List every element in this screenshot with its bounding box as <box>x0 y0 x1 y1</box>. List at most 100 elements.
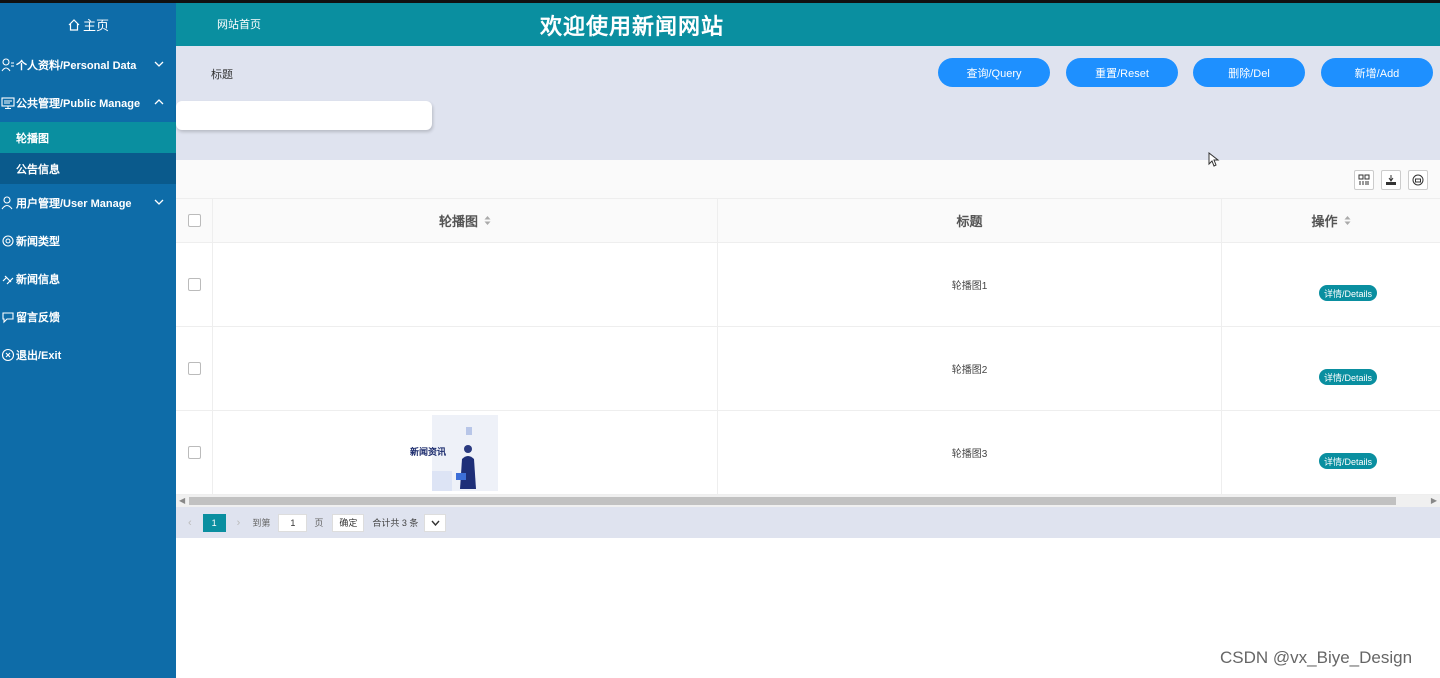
title-text: 轮播图3 <box>951 449 988 460</box>
sidebar-item-news-info[interactable]: 新闻信息 <box>0 260 176 298</box>
monitor-icon <box>0 95 16 111</box>
total-count: 合计共 3 条 <box>372 518 419 528</box>
add-button[interactable]: 新增/Add <box>1321 58 1433 87</box>
sidebar-item-user-manage[interactable]: 用户管理/User Manage <box>0 184 176 222</box>
sidebar-item-label: 留言反馈 <box>16 312 60 324</box>
carousel-thumbnail[interactable]: 新闻资讯 <box>410 414 498 491</box>
title-cell: 轮播图3 <box>718 411 1222 494</box>
table-row: 轮播图1 详情/Details <box>176 243 1440 327</box>
title-text: 轮播图2 <box>951 365 988 376</box>
sort-icon <box>484 216 491 225</box>
search-panel: 标题 查询/Query 重置/Reset 删除/Del 新增/Add <box>176 46 1440 160</box>
select-all-checkbox[interactable] <box>187 214 201 227</box>
prev-page-icon[interactable]: ‹ <box>188 517 192 529</box>
sidebar-item-feedback[interactable]: 留言反馈 <box>0 298 176 336</box>
scroll-left-icon[interactable]: ◀ <box>179 496 185 505</box>
row-select-cell <box>176 411 213 494</box>
gear-icon <box>0 233 16 249</box>
page-unit-label: 页 <box>314 518 324 528</box>
goto-page-input[interactable]: 1 <box>278 513 308 532</box>
sidebar-item-label: 个人资料/Personal Data <box>16 60 137 72</box>
chevron-down-icon <box>431 520 440 526</box>
carousel-image-cell <box>213 327 718 410</box>
table-row: 新闻资讯 轮播图3 详情/Details <box>176 411 1440 495</box>
row-select-cell <box>176 243 213 326</box>
link-icon <box>0 271 16 287</box>
user-icon <box>0 57 16 73</box>
sidebar-subitem-announcement[interactable]: 公告信息 <box>0 153 176 184</box>
search-label: 标题 <box>211 69 233 81</box>
query-button[interactable]: 查询/Query <box>938 58 1050 87</box>
sort-icon <box>1344 216 1350 225</box>
row-checkbox[interactable] <box>187 278 201 291</box>
title-text: 轮播图1 <box>951 281 988 292</box>
sidebar-item-label: 新闻类型 <box>16 236 60 248</box>
home-label: 主页 <box>82 18 109 33</box>
home-icon <box>68 18 80 31</box>
row-checkbox[interactable] <box>187 446 201 459</box>
scroll-right-icon[interactable]: ▶ <box>1431 496 1437 505</box>
data-table: 轮播图 标题 操作 轮播图1 详情/Details 轮播图2 详情/Detail… <box>176 198 1440 495</box>
action-cell: 详情/Details <box>1222 327 1440 410</box>
header-label: 标题 <box>956 214 983 229</box>
sidebar-item-exit[interactable]: 退出/Exit <box>0 336 176 374</box>
row-select-cell <box>176 327 213 410</box>
watermark: CSDN @vx_Biye_Design <box>1220 648 1413 667</box>
columns-icon[interactable] <box>1354 170 1374 190</box>
sidebar-item-label: 退出/Exit <box>16 350 62 362</box>
action-cell: 详情/Details <box>1222 411 1440 494</box>
horizontal-scrollbar[interactable]: ◀ ▶ <box>176 495 1440 507</box>
sidebar-item-news-type[interactable]: 新闻类型 <box>0 222 176 260</box>
header-actions[interactable]: 操作 <box>1222 199 1440 242</box>
reset-button[interactable]: 重置/Reset <box>1066 58 1178 87</box>
site-home-link[interactable]: 网站首页 <box>217 16 261 32</box>
delete-button[interactable]: 删除/Del <box>1193 58 1305 87</box>
details-button[interactable]: 详情/Details <box>1319 285 1378 301</box>
sidebar-item-public-manage[interactable]: 公共管理/Public Manage <box>0 84 176 122</box>
page-title: 欢迎使用新闻网站 <box>540 14 725 39</box>
top-header: 主页 网站首页 欢迎使用新闻网站 <box>0 3 1440 46</box>
sidebar: 个人资料/Personal Data 公共管理/Public Manage 轮播… <box>0 46 176 678</box>
row-checkbox[interactable] <box>187 362 201 375</box>
chevron-up-icon <box>154 99 164 105</box>
current-page-button[interactable]: 1 <box>202 513 226 532</box>
export-icon[interactable] <box>1381 170 1401 190</box>
feedback-icon <box>0 309 16 325</box>
scrollbar-thumb[interactable] <box>189 497 1396 505</box>
pagination: ‹ 1 › 到第 1 页 确定 合计共 3 条 <box>176 507 1440 538</box>
print-icon[interactable] <box>1408 170 1428 190</box>
goto-label: 到第 <box>252 518 271 528</box>
next-page-icon[interactable]: › <box>237 517 241 529</box>
user-group-icon <box>0 195 16 211</box>
table-header: 轮播图 标题 操作 <box>176 198 1440 243</box>
carousel-image-cell: 新闻资讯 <box>213 411 718 494</box>
title-cell: 轮播图2 <box>718 327 1222 410</box>
sidebar-subitem-carousel[interactable]: 轮播图 <box>0 122 176 153</box>
sidebar-item-label: 公共管理/Public Manage <box>16 98 141 110</box>
search-input[interactable] <box>176 101 432 130</box>
title-cell: 轮播图1 <box>718 243 1222 326</box>
page-size-select[interactable] <box>424 513 447 532</box>
header-title: 标题 <box>718 199 1222 242</box>
exit-icon <box>0 347 16 363</box>
details-button[interactable]: 详情/Details <box>1319 453 1378 469</box>
header-select-cell <box>176 199 213 242</box>
person-illustration-icon <box>432 426 476 491</box>
table-row: 轮播图2 详情/Details <box>176 327 1440 411</box>
header-carousel[interactable]: 轮播图 <box>213 199 718 242</box>
carousel-image-cell <box>213 243 718 326</box>
table-toolbar <box>176 160 1440 198</box>
sidebar-item-personal-data[interactable]: 个人资料/Personal Data <box>0 46 176 84</box>
action-cell: 详情/Details <box>1222 243 1440 326</box>
sidebar-item-label: 新闻信息 <box>16 274 60 286</box>
submenu-public-manage: 轮播图 公告信息 <box>0 122 176 184</box>
goto-confirm-button[interactable]: 确定 <box>332 513 365 532</box>
details-button[interactable]: 详情/Details <box>1319 369 1378 385</box>
header-label: 轮播图 <box>438 214 478 229</box>
mouse-cursor-icon <box>1208 152 1220 167</box>
header-label: 操作 <box>1311 214 1338 229</box>
chevron-down-icon <box>154 61 164 67</box>
sidebar-item-label: 用户管理/User Manage <box>16 198 132 210</box>
home-link[interactable]: 主页 <box>0 3 176 46</box>
chevron-down-icon <box>154 199 164 205</box>
